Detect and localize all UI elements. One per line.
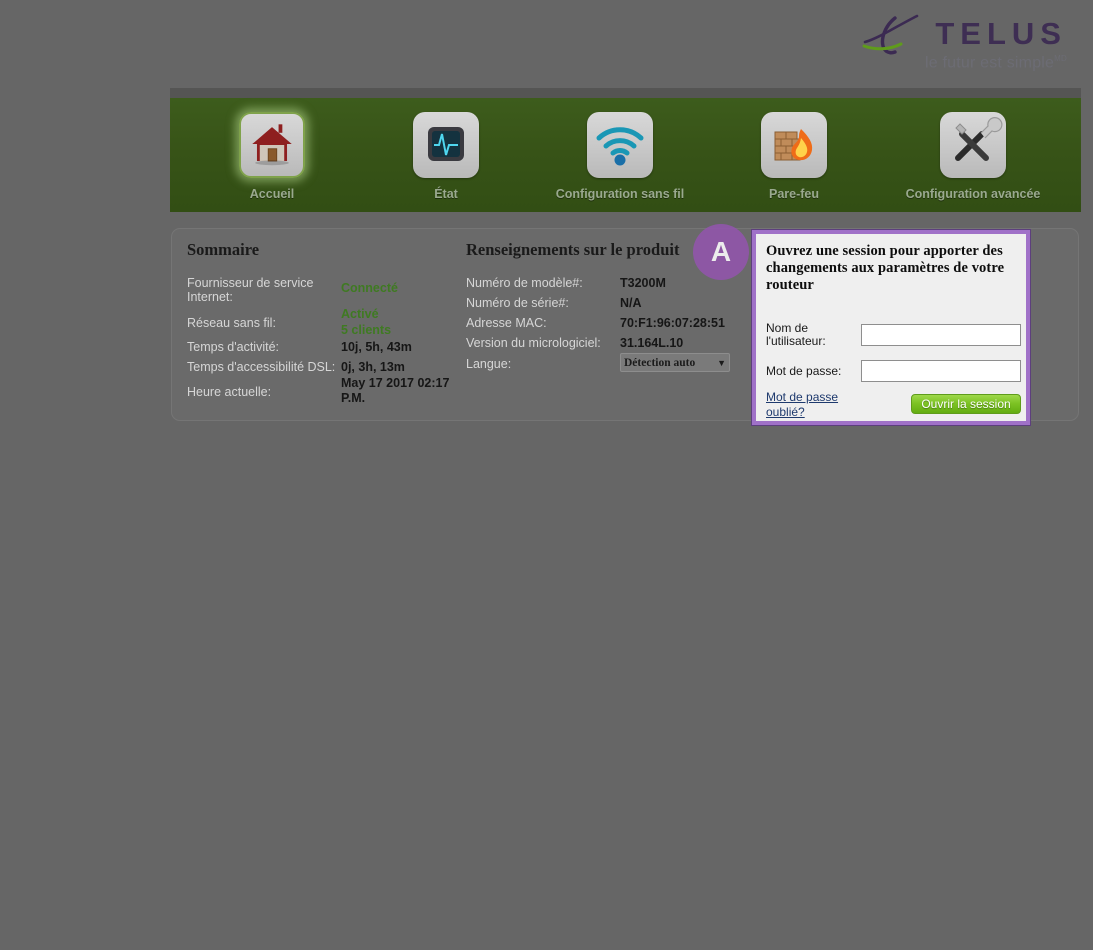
- username-input[interactable]: [861, 324, 1021, 346]
- brand-tagline-text: le futur est simple: [924, 54, 1055, 72]
- product-label-language: Langue:: [466, 357, 512, 371]
- summary-title: Sommaire: [187, 240, 260, 259]
- brand-name: TELUS: [935, 16, 1067, 51]
- nav-label-accueil: Accueil: [249, 187, 295, 201]
- summary-value-current-time: May 17 2017 02:17 P.M.: [341, 376, 450, 405]
- product-value-firmware: 31.164L.10: [620, 336, 684, 350]
- nav-top-strip: [170, 88, 1081, 98]
- product-label-model: Numéro de modèle#:: [466, 276, 583, 290]
- nav-label-etat: État: [434, 187, 458, 201]
- product-label-serial: Numéro de série#:: [466, 296, 569, 310]
- summary-value-isp: Connecté: [341, 281, 398, 295]
- nav-item-wireless[interactable]: Configuration sans fil: [545, 112, 695, 201]
- nav-item-etat[interactable]: État: [371, 112, 521, 201]
- summary-label-uptime: Temps d'activité:: [187, 340, 280, 354]
- nav-label-advanced: Configuration avancée: [905, 187, 1041, 201]
- nav-item-accueil[interactable]: Accueil: [197, 112, 347, 201]
- summary-value-dsl-uptime: 0j, 3h, 13m: [341, 360, 405, 374]
- summary-value-wireless-clients: 5 clients: [341, 323, 392, 337]
- summary-value-wireless: Activé: [341, 307, 379, 321]
- username-label: Nom de l'utilisateur:: [766, 321, 826, 348]
- nav-item-firewall[interactable]: Pare-feu: [719, 112, 869, 201]
- nav-item-advanced[interactable]: Configuration avancée: [898, 112, 1048, 201]
- nav-label-wireless: Configuration sans fil: [555, 187, 685, 201]
- product-title: Renseignements sur le produit: [466, 240, 680, 259]
- product-value-serial: N/A: [620, 296, 642, 310]
- tools-icon: [940, 112, 1006, 178]
- brand-tagline-sup: MD: [1054, 54, 1067, 63]
- telus-bird-icon: [861, 12, 927, 56]
- product-value-model: T3200M: [620, 276, 666, 290]
- home-icon: [239, 112, 305, 178]
- wifi-icon: [587, 112, 653, 178]
- product-value-mac: 70:F1:96:07:28:51: [620, 316, 725, 330]
- main-navigation: Accueil État Configuration sans fil Pare…: [170, 88, 1081, 212]
- summary-label-isp: Fournisseur de service Internet:: [187, 276, 314, 304]
- chevron-down-icon: ▼: [717, 357, 726, 368]
- brand-tagline: le futur est simpleMD: [925, 54, 1067, 72]
- password-input[interactable]: [861, 360, 1021, 382]
- firewall-brick-flame-icon: [761, 112, 827, 178]
- brand-logo-row: TELUS: [861, 12, 1067, 56]
- router-admin-page: TELUS le futur est simpleMD Accueil État…: [0, 0, 1093, 950]
- annotation-badge-a: A: [693, 224, 749, 280]
- summary-label-current-time: Heure actuelle:: [187, 385, 272, 399]
- summary-label-dsl-uptime: Temps d'accessibilité DSL:: [187, 360, 336, 374]
- nav-bar: Accueil État Configuration sans fil Pare…: [170, 98, 1081, 212]
- nav-label-firewall: Pare-feu: [768, 187, 820, 201]
- language-select[interactable]: Détection auto ▼: [620, 353, 730, 372]
- summary-value-uptime: 10j, 5h, 43m: [341, 340, 412, 354]
- monitor-pulse-icon: [413, 112, 479, 178]
- login-title: Ouvrez une session pour apporter des cha…: [766, 243, 1005, 293]
- language-select-value: Détection auto: [624, 356, 696, 369]
- password-row: Mot de passe:: [766, 360, 1021, 382]
- login-submit-button[interactable]: Ouvrir la session: [911, 394, 1021, 414]
- summary-label-wireless: Réseau sans fil:: [187, 316, 276, 330]
- password-label: Mot de passe:: [766, 363, 842, 378]
- username-row: Nom de l'utilisateur:: [766, 322, 1021, 348]
- product-label-firmware: Version du micrologiciel:: [466, 336, 601, 350]
- forgot-password-link[interactable]: Mot de passe oublié?: [766, 390, 858, 420]
- brand-logo-area: TELUS le futur est simpleMD: [860, 4, 1085, 76]
- product-label-mac: Adresse MAC:: [466, 316, 547, 330]
- login-panel: Ouvrez une session pour apporter des cha…: [752, 230, 1030, 425]
- login-panel-inner: Ouvrez une session pour apporter des cha…: [756, 234, 1026, 421]
